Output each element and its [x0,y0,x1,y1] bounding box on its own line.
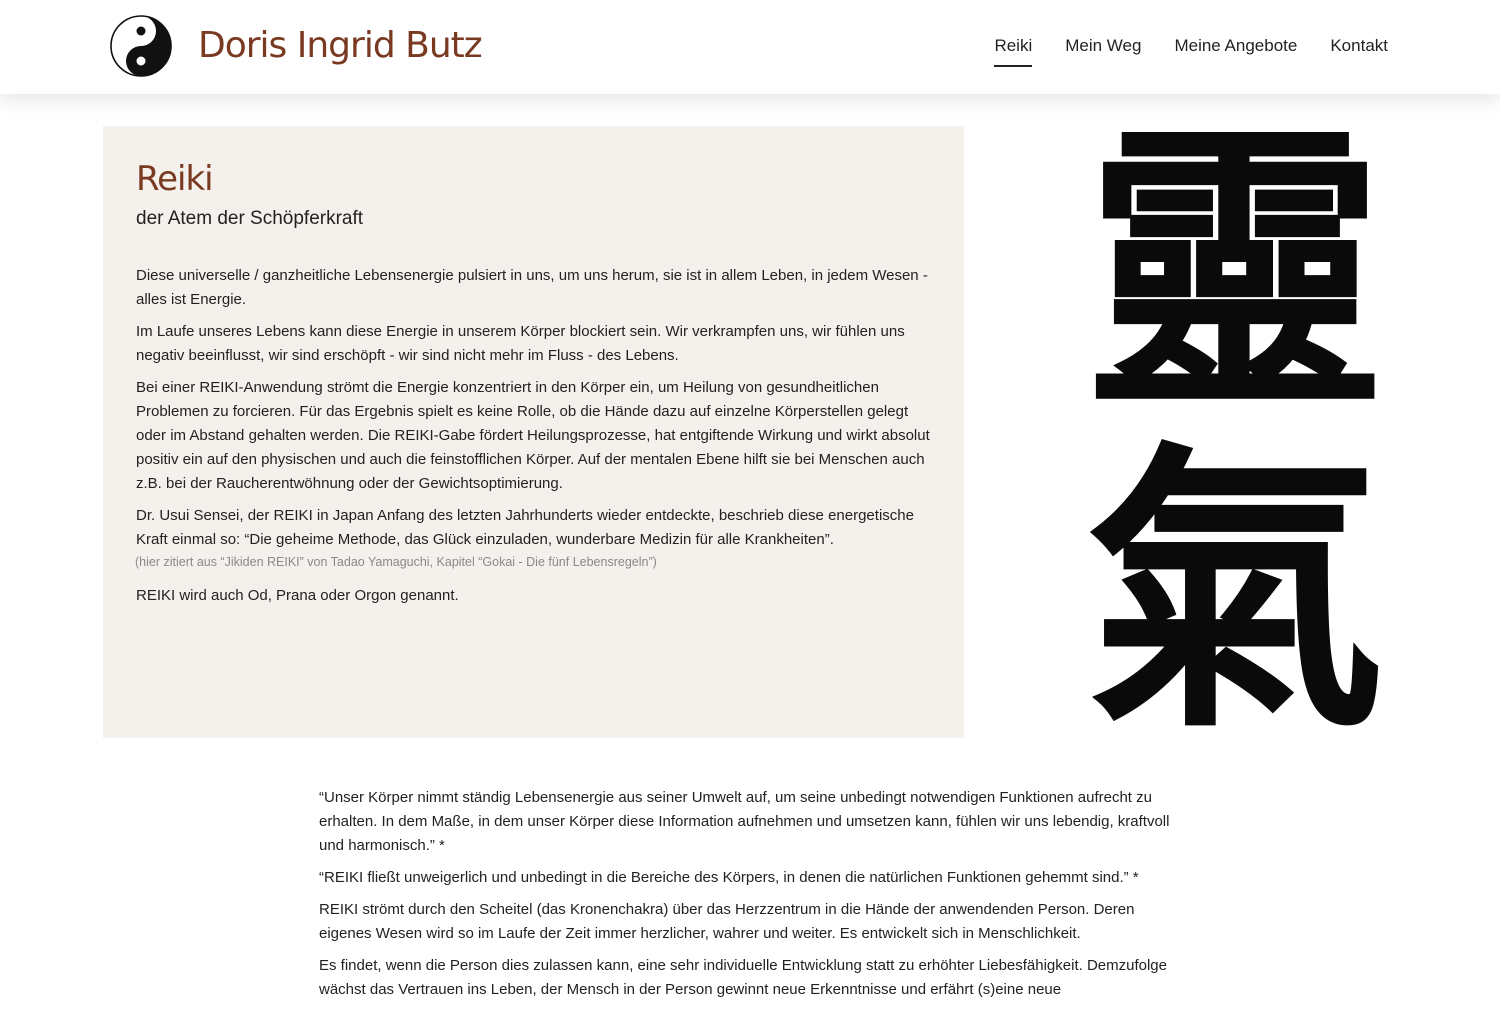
main-nav: Reiki Mein Weg Meine Angebote Kontakt [994,34,1388,67]
lower-paragraph: REIKI strömt durch den Scheitel (das Kro… [319,901,1135,942]
nav-item-mein-weg[interactable]: Mein Weg [1065,34,1141,64]
nav-item-reiki[interactable]: Reiki [994,34,1032,67]
intro-paragraph: Diese universelle / ganzheitliche Lebens… [136,267,928,308]
yin-yang-icon [110,15,172,77]
intro-text: Diese universelle / ganzheitliche Lebens… [135,264,931,608]
lower-paragraph: “Unser Körper nimmt ständig Lebensenergi… [319,789,1170,854]
intro-paragraph: Dr. Usui Sensei, der REIKI in Japan Anfa… [136,507,914,548]
intro-section: Reiki der Atem der Schöpferkraft Diese u… [103,126,964,738]
kanji-ki: 氣 [1085,415,1385,768]
lower-paragraph: “REIKI fließt unweigerlich und unbedingt… [319,869,1139,886]
intro-paragraph: Bei einer REIKI-Anwendung strömt die Ene… [136,379,930,492]
intro-closing: REIKI wird auch Od, Prana oder Orgon gen… [136,587,459,604]
nav-item-kontakt[interactable]: Kontakt [1330,34,1388,64]
reiki-kanji-image: 靈 氣 [1040,112,1430,752]
nav-item-meine-angebote[interactable]: Meine Angebote [1174,34,1297,64]
site-header: Doris Ingrid Butz Reiki Mein Weg Meine A… [0,0,1500,94]
page-title: Reiki [136,159,214,199]
intro-paragraph: Im Laufe unseres Lebens kann diese Energ… [136,323,905,364]
lower-text-section: “Unser Körper nimmt ständig Lebensenergi… [319,786,1189,1010]
citation: (hier zitiert aus “Jikiden REIKI” von Ta… [135,555,657,569]
logo-link[interactable] [108,14,174,78]
lower-paragraph: Es findet, wenn die Person dies zulassen… [319,957,1167,998]
site-title[interactable]: Doris Ingrid Butz [198,22,483,70]
page-subtitle: der Atem der Schöpferkraft [136,208,364,229]
kanji-rei: 靈 [1085,95,1385,448]
